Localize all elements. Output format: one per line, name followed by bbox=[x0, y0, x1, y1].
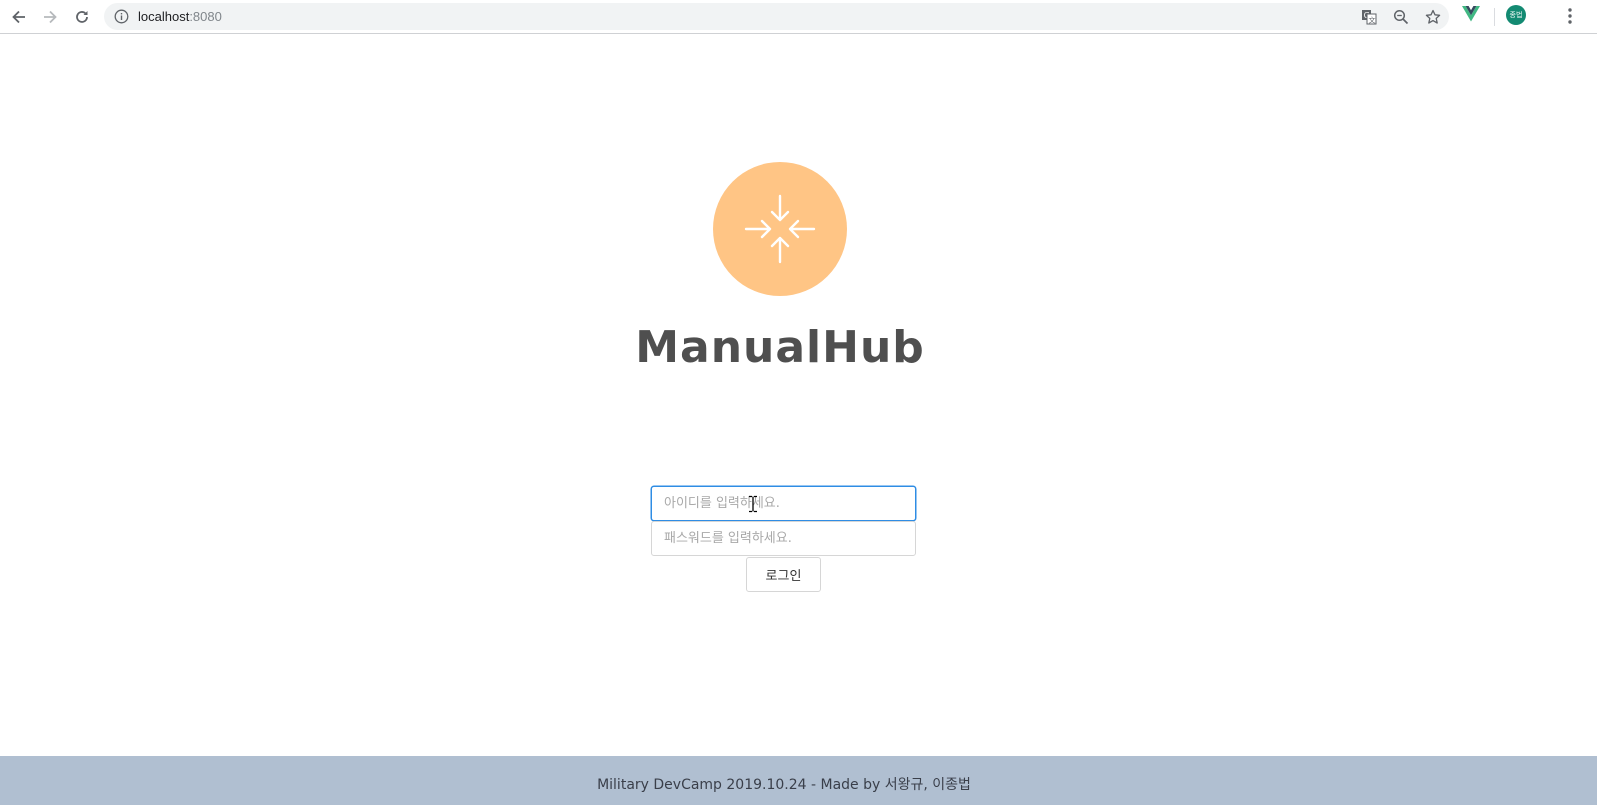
toolbar-separator bbox=[1494, 8, 1495, 26]
brand-name: ManualHub bbox=[635, 322, 925, 373]
back-icon[interactable] bbox=[6, 4, 32, 30]
browser-toolbar: localhost:8080 G文 종법 bbox=[0, 0, 1597, 34]
reload-icon[interactable] bbox=[69, 4, 95, 30]
svg-text:文: 文 bbox=[1369, 16, 1376, 25]
bookmark-star-icon[interactable] bbox=[1424, 8, 1442, 26]
menu-dots-icon[interactable] bbox=[1567, 7, 1573, 30]
login-button[interactable]: 로그인 bbox=[746, 557, 821, 592]
arrows-inward-icon bbox=[713, 162, 847, 296]
footer: Military DevCamp 2019.10.24 - Made by 서왕… bbox=[0, 756, 1597, 805]
password-input[interactable] bbox=[651, 521, 916, 556]
footer-text: Military DevCamp 2019.10.24 - Made by 서왕… bbox=[597, 777, 971, 793]
url-text[interactable]: localhost:8080 bbox=[138, 9, 222, 24]
vue-devtools-icon[interactable] bbox=[1462, 6, 1480, 27]
info-icon[interactable] bbox=[114, 9, 129, 29]
profile-avatar[interactable]: 종법 bbox=[1506, 5, 1526, 25]
app-logo bbox=[713, 162, 847, 296]
zoom-icon[interactable] bbox=[1392, 8, 1410, 26]
id-input[interactable] bbox=[651, 486, 916, 521]
address-bar[interactable]: localhost:8080 G文 bbox=[104, 3, 1449, 30]
url-port: :8080 bbox=[189, 9, 222, 24]
translate-icon[interactable]: G文 bbox=[1360, 8, 1378, 26]
text-cursor-icon bbox=[746, 495, 760, 518]
url-host: localhost bbox=[138, 9, 190, 24]
forward-icon[interactable] bbox=[37, 4, 63, 30]
